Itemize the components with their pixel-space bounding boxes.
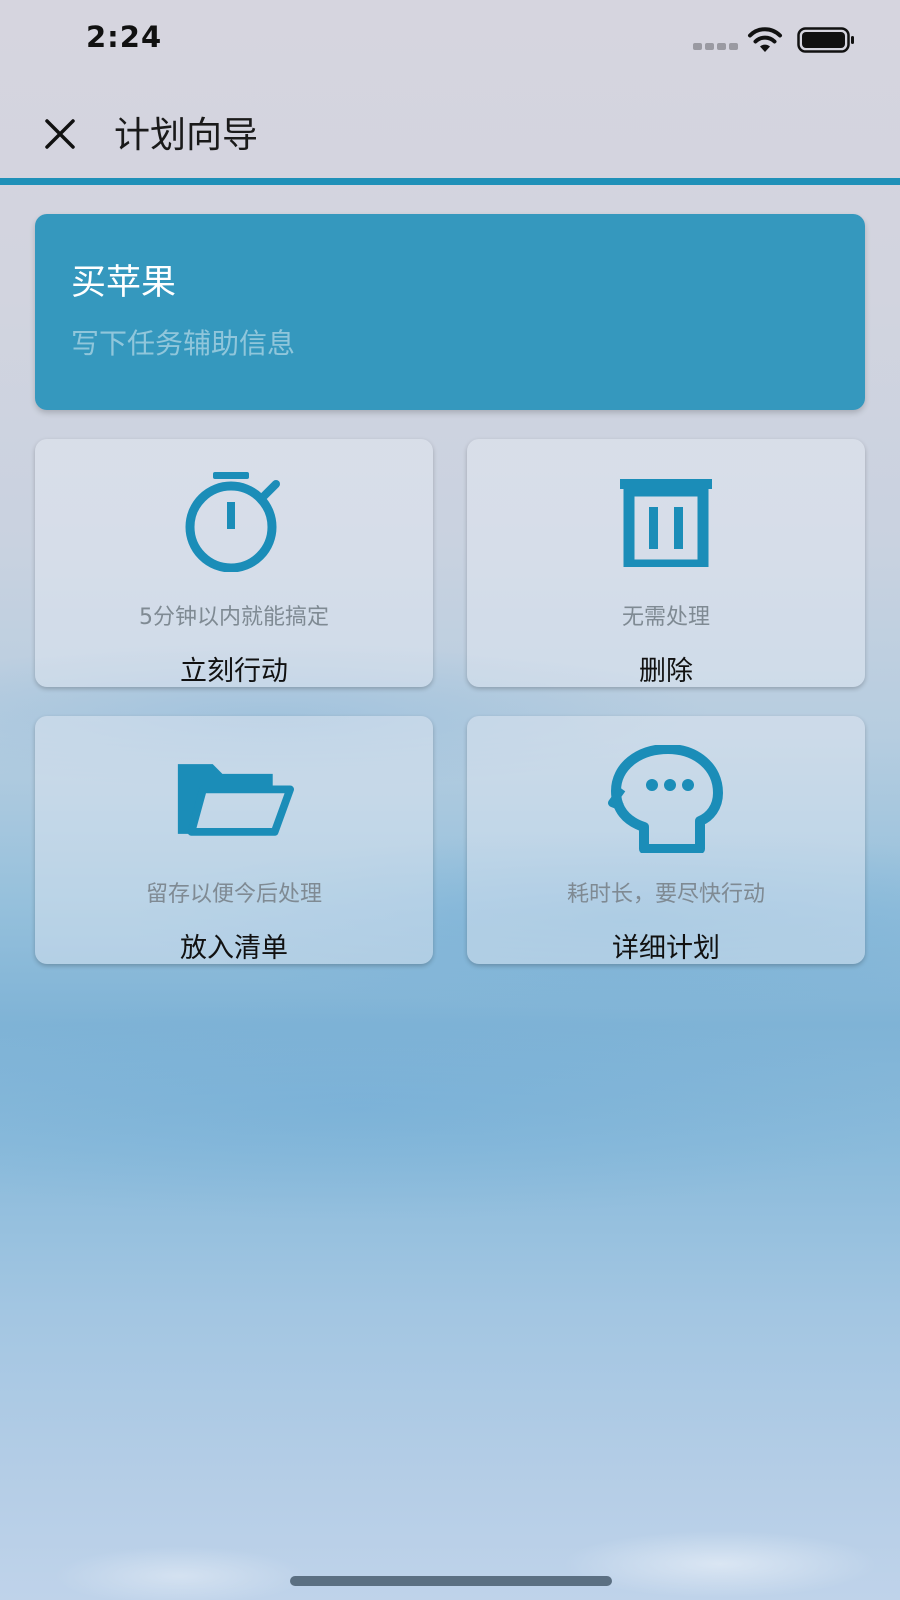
page-title: 计划向导 <box>114 115 259 156</box>
action-add-to-list[interactable]: 留存以便今后处理 放入清单 <box>35 716 433 964</box>
background-mist <box>0 980 900 1300</box>
action-description: 无需处理 <box>621 605 710 630</box>
folder-open-icon <box>174 744 294 854</box>
action-description: 5分钟以内就能搞定 <box>139 605 329 630</box>
task-note-field[interactable]: 写下任务辅助信息 <box>71 322 295 362</box>
close-button[interactable] <box>36 110 84 158</box>
action-delete[interactable]: 无需处理 删除 <box>467 439 865 687</box>
trash-icon <box>606 467 726 577</box>
action-detailed-plan[interactable]: 耗时长，要尽快行动 详细计划 <box>467 716 865 964</box>
action-description: 留存以便今后处理 <box>145 882 322 907</box>
wifi-icon <box>748 27 782 52</box>
action-do-now[interactable]: 5分钟以内就能搞定 立刻行动 <box>35 439 433 687</box>
action-label: 立刻行动 <box>180 656 288 687</box>
action-description: 耗时长，要尽快行动 <box>566 882 765 907</box>
stopwatch-icon <box>174 467 294 577</box>
app-bar: 计划向导 <box>0 90 900 178</box>
close-icon <box>45 119 75 149</box>
app-bar-divider <box>0 178 900 185</box>
status-time: 2:24 <box>86 20 163 54</box>
head-thinking-icon <box>606 744 726 854</box>
task-card[interactable]: 买苹果 写下任务辅助信息 <box>35 214 865 410</box>
action-label: 放入清单 <box>180 933 288 964</box>
action-label: 详细计划 <box>612 933 720 964</box>
battery-icon <box>797 27 854 53</box>
action-label: 删除 <box>639 656 693 687</box>
task-title[interactable]: 买苹果 <box>71 254 176 305</box>
status-bar: 2:24 <box>0 0 900 80</box>
cellular-signal-icon <box>693 43 738 50</box>
home-indicator[interactable] <box>290 1576 612 1586</box>
